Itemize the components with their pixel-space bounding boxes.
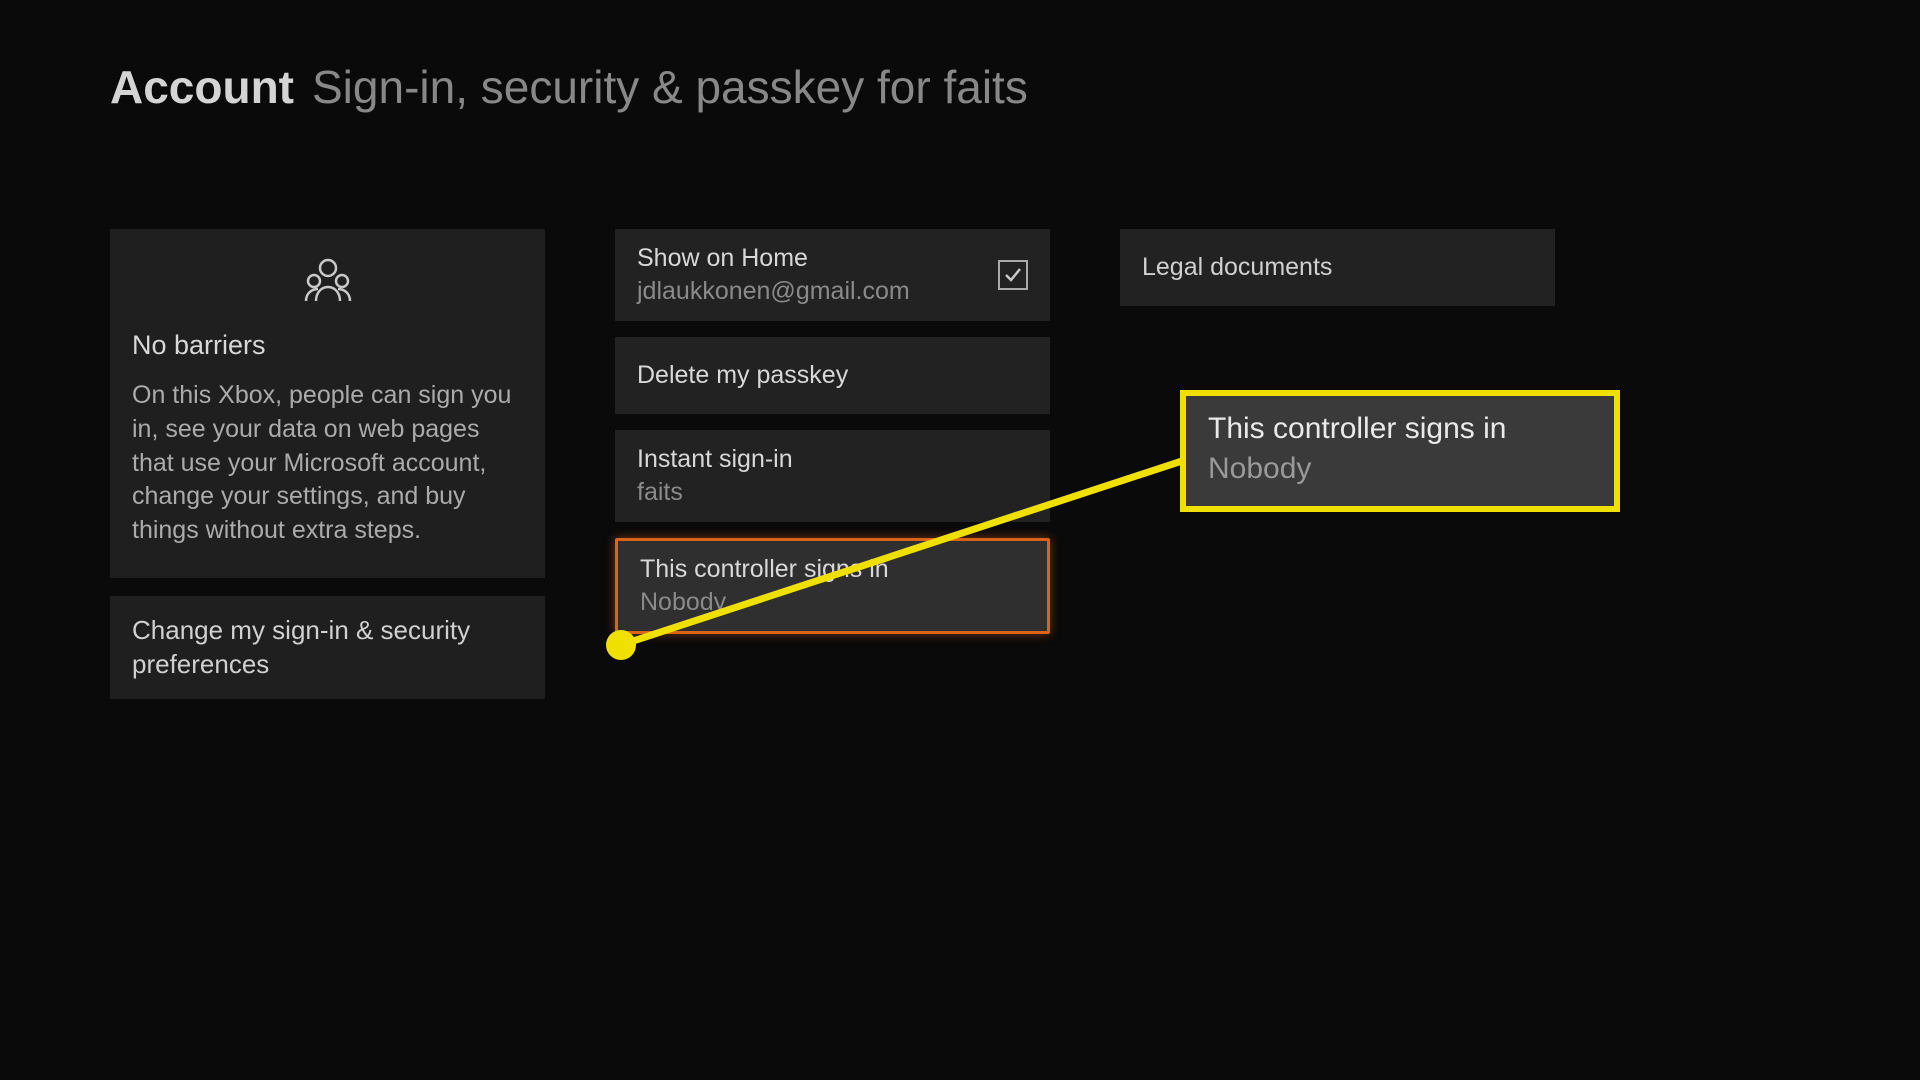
page-header: Account Sign-in, security & passkey for … xyxy=(0,0,1920,114)
column-options: Show on Home jdlaukkonen@gmail.com Delet… xyxy=(615,229,1050,699)
info-card: No barriers On this Xbox, people can sig… xyxy=(110,229,545,578)
callout-title: This controller signs in xyxy=(1208,412,1592,446)
controller-signs-in-sub: Nobody xyxy=(640,588,889,617)
instant-signin-title: Instant sign-in xyxy=(637,445,793,474)
callout-dot-icon xyxy=(606,630,636,660)
show-on-home-title: Show on Home xyxy=(637,244,910,273)
instant-signin-sub: faits xyxy=(637,478,793,507)
instant-signin-button[interactable]: Instant sign-in faits xyxy=(615,430,1050,522)
show-on-home-checkbox[interactable] xyxy=(998,260,1028,290)
controller-signs-in-title: This controller signs in xyxy=(640,555,889,584)
change-preferences-button[interactable]: Change my sign-in & security preferences xyxy=(110,596,545,700)
legal-documents-label: Legal documents xyxy=(1142,253,1533,282)
info-title: No barriers xyxy=(132,330,523,361)
delete-passkey-button[interactable]: Delete my passkey xyxy=(615,337,1050,414)
column-info: No barriers On this Xbox, people can sig… xyxy=(110,229,545,699)
people-icon xyxy=(132,257,523,310)
change-preferences-label: Change my sign-in & security preferences xyxy=(132,614,523,682)
legal-documents-button[interactable]: Legal documents xyxy=(1120,229,1555,306)
header-subtitle: Sign-in, security & passkey for faits xyxy=(312,60,1028,114)
callout-sub: Nobody xyxy=(1208,452,1592,486)
header-section: Account xyxy=(110,60,294,114)
callout-box: This controller signs in Nobody xyxy=(1180,390,1620,512)
content-columns: No barriers On this Xbox, people can sig… xyxy=(0,114,1920,699)
show-on-home-button[interactable]: Show on Home jdlaukkonen@gmail.com xyxy=(615,229,1050,321)
controller-signs-in-button[interactable]: This controller signs in Nobody xyxy=(615,538,1050,634)
page-title: Account Sign-in, security & passkey for … xyxy=(110,60,1920,114)
delete-passkey-title: Delete my passkey xyxy=(637,361,848,390)
info-body: On this Xbox, people can sign you in, se… xyxy=(132,379,523,548)
show-on-home-sub: jdlaukkonen@gmail.com xyxy=(637,277,910,306)
